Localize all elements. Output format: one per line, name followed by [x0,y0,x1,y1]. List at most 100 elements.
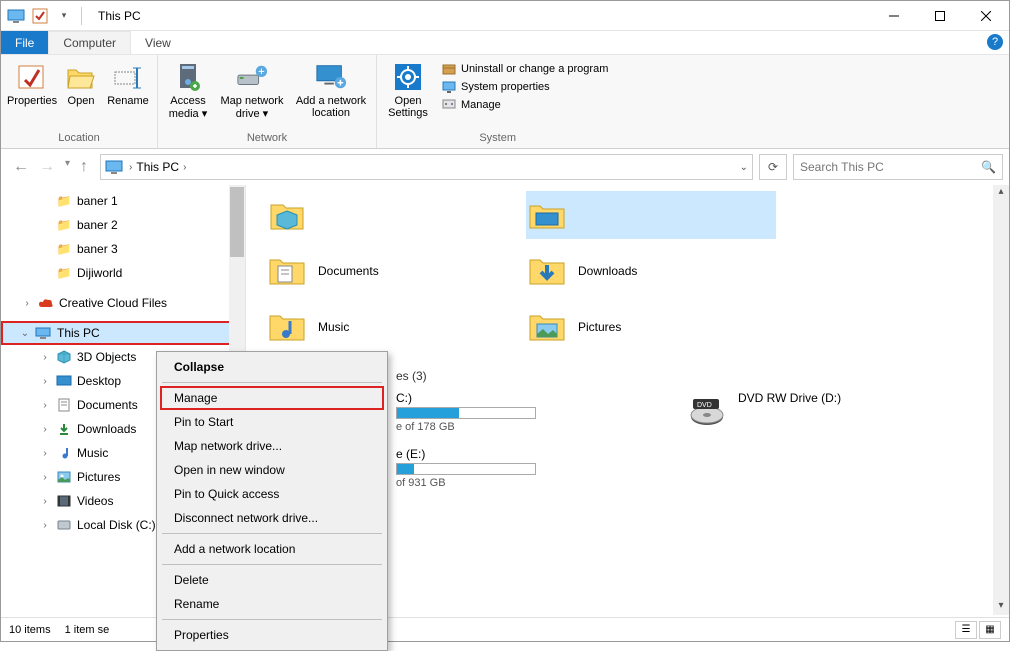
properties-icon [16,61,48,93]
address-bar-row: ← → ▾ ↑ › This PC › ⌄ ⟳ Search This PC 🔍 [1,149,1009,185]
open-folder-icon [65,61,97,93]
open-button[interactable]: Open [61,59,101,109]
window-controls [871,1,1009,31]
item-pictures[interactable]: Pictures [526,303,776,351]
ribbon: Properties Open Rename Location Access m… [1,55,1009,149]
folder-icon: 📁 [55,193,73,209]
cm-pin-start[interactable]: Pin to Start [160,410,384,434]
svg-text:DVD: DVD [697,402,712,409]
folder-icon: 📁 [55,265,73,281]
search-placeholder: Search This PC [800,160,981,174]
tree-this-pc[interactable]: ⌄This PC [1,321,245,345]
tree-folder-dijiworld[interactable]: 📁Dijiworld [1,261,245,285]
server-icon [172,61,204,93]
address-bar[interactable]: › This PC › ⌄ [100,154,753,180]
ribbon-group-system: Open Settings Uninstall or change a prog… [377,55,618,148]
ribbon-tabs: File Computer View ? [1,31,1009,55]
cube-icon [55,349,73,365]
music-icon [55,445,73,461]
cm-delete[interactable]: Delete [160,568,384,592]
cloud-icon [37,295,55,311]
manage-button[interactable]: Manage [441,97,608,113]
properties-check-icon[interactable] [29,5,51,27]
close-button[interactable] [963,1,1009,31]
maximize-button[interactable] [917,1,963,31]
monitor-small-icon [441,79,457,95]
disk-icon [55,517,73,533]
titlebar: ▾ This PC [1,1,1009,31]
status-selected: 1 item se [65,624,110,636]
forward-button[interactable]: → [39,158,55,176]
drive-d[interactable]: DVD DVD RW Drive (D:) [686,391,916,433]
cm-manage[interactable]: Manage [160,386,384,410]
item-desktop-partial[interactable] [526,191,776,239]
uninstall-program-button[interactable]: Uninstall or change a program [441,61,608,77]
music-large-icon [266,306,308,348]
view-icons-button[interactable]: ▦ [979,621,1001,639]
cm-add-network-location[interactable]: Add a network location [160,537,384,561]
cm-properties[interactable]: Properties [160,623,384,647]
back-button[interactable]: ← [13,158,29,176]
wrench-icon [441,97,457,113]
cm-rename[interactable]: Rename [160,592,384,616]
up-button[interactable]: ↑ [80,158,88,176]
open-settings-button[interactable]: Open Settings [383,59,433,121]
desktop-large-icon [526,194,568,236]
view-details-button[interactable]: ☰ [955,621,977,639]
tab-file[interactable]: File [1,31,48,54]
recent-dropdown[interactable]: ▾ [65,158,70,176]
add-network-location-button[interactable]: Add a network location [292,59,370,121]
ribbon-group-location: Properties Open Rename Location [1,55,158,148]
settings-gear-icon [392,61,424,93]
status-bar: 10 items 1 item se ☰ ▦ [1,617,1009,641]
tab-view[interactable]: View [131,31,185,54]
cm-open-new-window[interactable]: Open in new window [160,458,384,482]
cm-disconnect-drive[interactable]: Disconnect network drive... [160,506,384,530]
address-dropdown-icon[interactable]: ⌄ [740,162,748,173]
status-item-count: 10 items [9,624,51,636]
pictures-large-icon [526,306,568,348]
item-documents[interactable]: Documents [266,247,516,295]
tree-folder-baner2[interactable]: 📁baner 2 [1,213,245,237]
search-icon: 🔍 [981,160,996,174]
item-music[interactable]: Music [266,303,516,351]
tree-folder-baner3[interactable]: 📁baner 3 [1,237,245,261]
tree-folder-baner1[interactable]: 📁baner 1 [1,189,245,213]
content-scrollbar[interactable]: ▴ ▾ [993,185,1009,615]
access-media-button[interactable]: Access media ▾ [164,59,212,122]
system-properties-button[interactable]: System properties [441,79,608,95]
documents-large-icon [266,250,308,292]
tab-computer[interactable]: Computer [48,31,131,54]
item-downloads[interactable]: Downloads [526,247,776,295]
search-box[interactable]: Search This PC 🔍 [793,154,1003,180]
rename-button[interactable]: Rename [105,59,151,109]
monitor-add-icon [315,61,347,93]
properties-button[interactable]: Properties [7,59,57,109]
address-path: This PC [136,160,179,174]
computer-small-icon [105,160,125,174]
drive-c-usage-bar [396,407,536,419]
cm-collapse[interactable]: Collapse [160,355,384,379]
context-menu: Collapse Manage Pin to Start Map network… [156,351,388,651]
refresh-button[interactable]: ⟳ [759,154,787,180]
rename-icon [112,61,144,93]
drive-c[interactable]: C:) e of 178 GB [396,391,546,433]
cm-pin-quick[interactable]: Pin to Quick access [160,482,384,506]
folder-icon: 📁 [55,241,73,257]
dvd-icon: DVD [686,391,728,433]
tree-creative-cloud[interactable]: ›Creative Cloud Files [1,291,245,315]
cm-map-drive[interactable]: Map network drive... [160,434,384,458]
downloads-large-icon [526,250,568,292]
pictures-icon [55,469,73,485]
computer-icon[interactable] [5,5,27,27]
qa-dropdown-icon[interactable]: ▾ [53,5,75,27]
quick-access-toolbar: ▾ [1,5,90,27]
cube-large-icon [266,194,308,236]
drive-e[interactable]: e (E:) of 931 GB [396,447,546,489]
minimize-button[interactable] [871,1,917,31]
folder-icon: 📁 [55,217,73,233]
item-3d-partial[interactable] [266,191,516,239]
help-icon[interactable]: ? [987,34,1003,50]
desktop-icon [55,373,73,389]
map-drive-button[interactable]: Map network drive ▾ [216,59,288,122]
